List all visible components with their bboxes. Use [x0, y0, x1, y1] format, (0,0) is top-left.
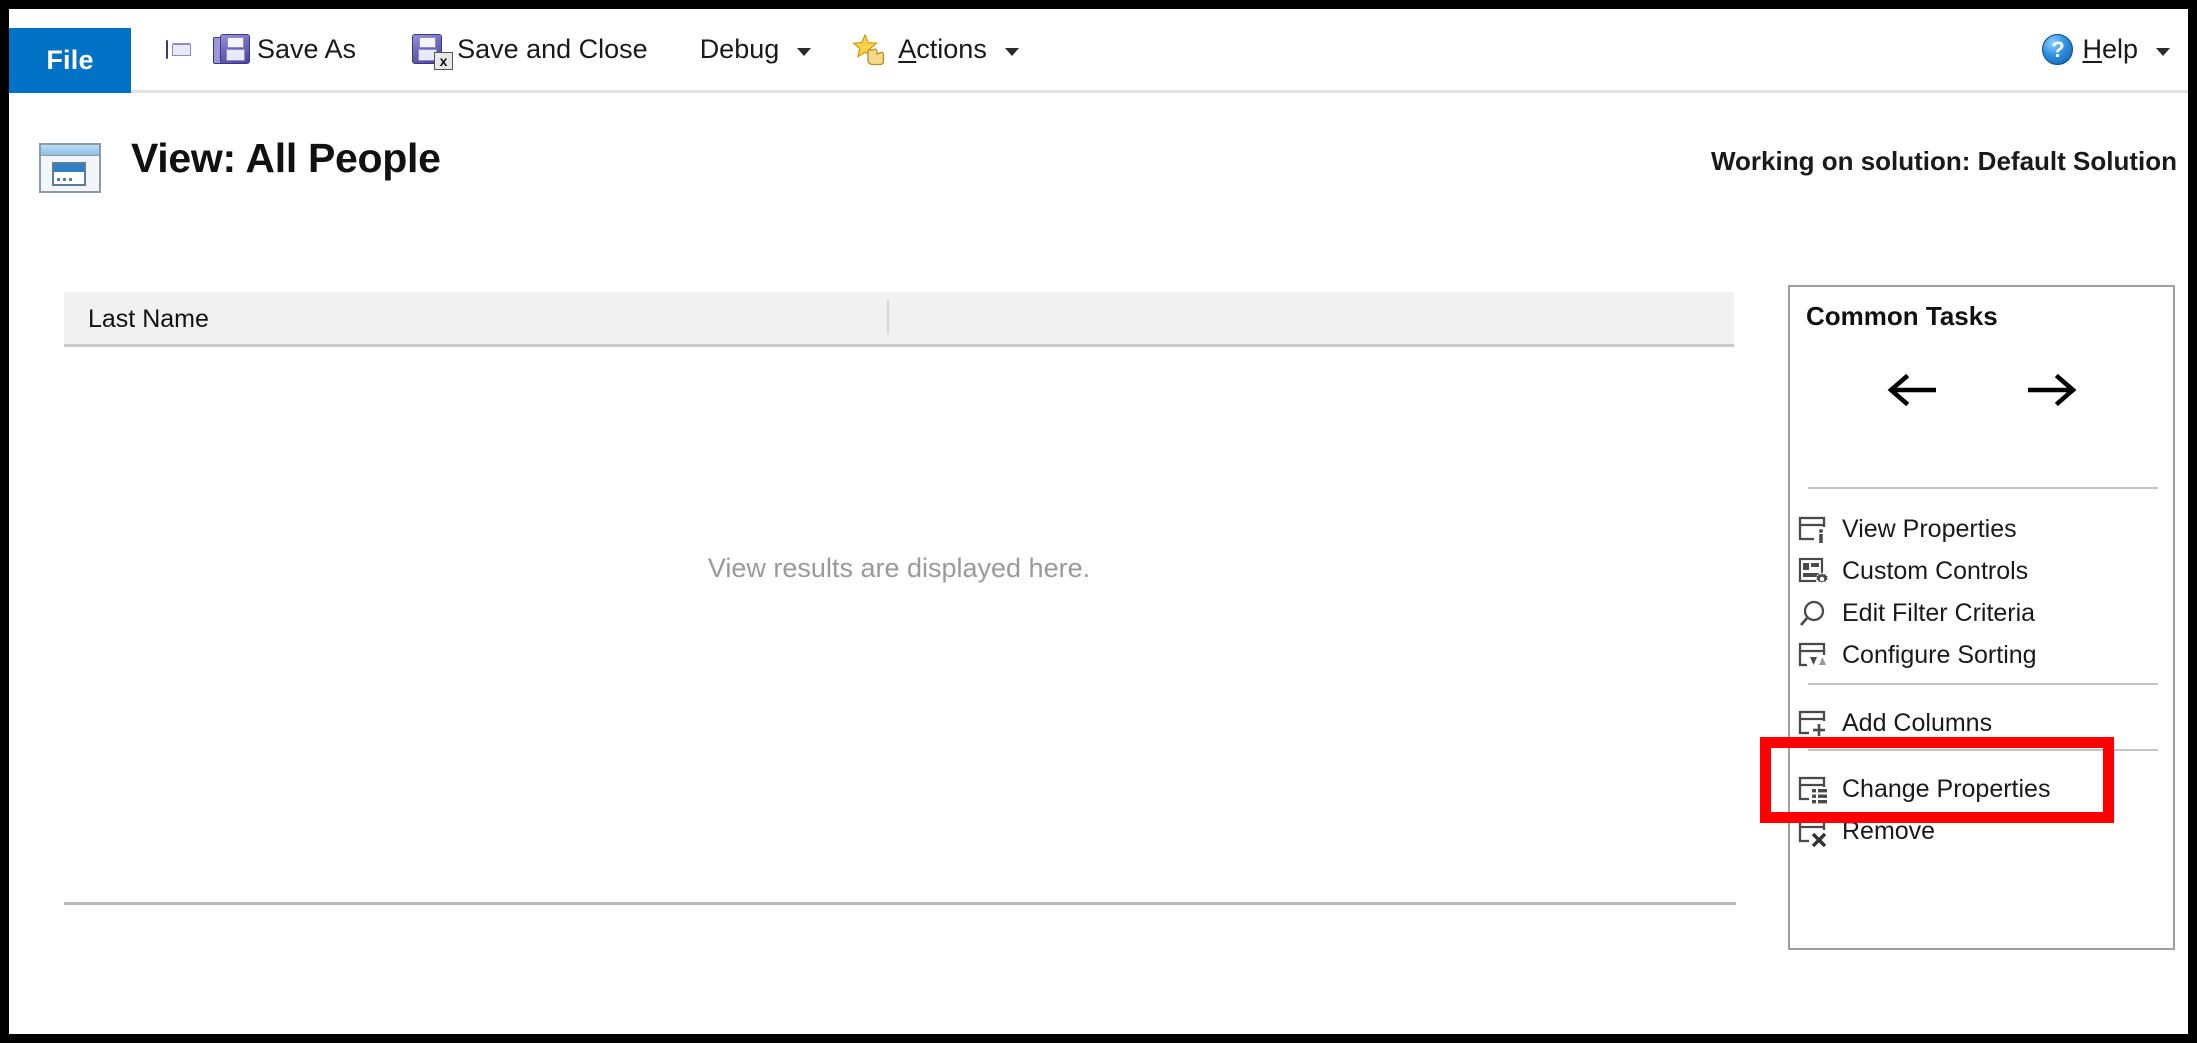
- grid-header-row: Last Name: [64, 292, 1734, 347]
- help-menu-label: Help: [2082, 34, 2138, 64]
- page-header: View: All People Working on solution: De…: [9, 93, 2188, 203]
- save-and-close-floppy-icon: x: [412, 33, 454, 70]
- chevron-down-icon: [2156, 48, 2170, 56]
- floppy-disk-icon: [166, 39, 168, 59]
- task-item-view-properties[interactable]: View Properties: [1798, 509, 2168, 550]
- task-label: View Properties: [1842, 515, 2017, 543]
- tasks-separator-2: [1808, 683, 2158, 685]
- top-toolbar: File Save As x Save and Close Debug Acti…: [9, 9, 2188, 93]
- task-item-add-columns[interactable]: Add Columns: [1798, 703, 2168, 744]
- view-window-icon: [39, 143, 101, 195]
- tasks-separator-1: [1808, 487, 2158, 489]
- add-columns-icon: [1798, 709, 1830, 739]
- grid-empty-message: View results are displayed here.: [707, 553, 1091, 583]
- file-tab-label: File: [46, 45, 94, 75]
- view-results-grid: Last Name View results are displayed her…: [64, 292, 1734, 904]
- task-item-configure-sorting[interactable]: Configure Sorting: [1798, 635, 2168, 676]
- actions-menu-label-rest: ctions: [916, 34, 987, 64]
- grid-column-divider[interactable]: [887, 301, 889, 334]
- page-title: View: All People: [131, 135, 441, 181]
- nav-back-button[interactable]: [1880, 365, 1944, 415]
- save-and-close-button-label: Save and Close: [457, 34, 648, 64]
- task-item-edit-filter-criteria[interactable]: Edit Filter Criteria: [1798, 593, 2168, 634]
- chevron-down-icon: [1004, 48, 1019, 56]
- help-menu-button[interactable]: ? Help: [2035, 9, 2177, 90]
- file-tab[interactable]: File: [9, 28, 131, 93]
- change-properties-icon: [1798, 775, 1830, 805]
- task-label: Custom Controls: [1842, 557, 2029, 585]
- save-as-button-label: Save As: [257, 34, 357, 64]
- task-label: Configure Sorting: [1842, 641, 2037, 669]
- debug-menu-label: Debug: [699, 34, 780, 64]
- toolbar-button-group: Save As x Save and Close Debug Actions: [159, 9, 1026, 90]
- configure-sorting-icon: [1798, 641, 1830, 671]
- save-and-close-button[interactable]: x Save and Close: [405, 24, 655, 76]
- view-properties-icon: [1798, 515, 1830, 545]
- solution-context-label: Working on solution: Default Solution: [1710, 146, 2177, 176]
- save-as-floppy-icon: [213, 33, 250, 66]
- task-item-custom-controls[interactable]: Custom Controls: [1798, 551, 2168, 592]
- tasks-separator-3: [1808, 749, 2158, 751]
- help-question-icon: ?: [2042, 34, 2074, 65]
- debug-menu-button[interactable]: Debug: [693, 24, 819, 76]
- common-tasks-panel: Common Tasks View Properties Custom Cont…: [1788, 285, 2175, 950]
- actions-menu-label: Actions: [898, 34, 987, 64]
- task-label: Change Properties: [1842, 775, 2051, 803]
- task-item-remove[interactable]: Remove: [1798, 811, 2168, 852]
- magnifier-icon: [1798, 599, 1830, 629]
- task-item-change-properties[interactable]: Change Properties: [1798, 769, 2168, 810]
- save-button[interactable]: [159, 24, 184, 76]
- custom-controls-icon: [1798, 557, 1830, 587]
- grid-body: View results are displayed here.: [64, 347, 1734, 903]
- task-label: Add Columns: [1842, 709, 1993, 737]
- grid-column-header-last-name[interactable]: Last Name: [88, 305, 209, 334]
- arrow-left-icon: [1887, 373, 1936, 407]
- star-hand-icon: [851, 32, 889, 66]
- common-tasks-title: Common Tasks: [1806, 301, 1998, 331]
- remove-icon: [1798, 817, 1830, 847]
- task-label: Edit Filter Criteria: [1842, 599, 2036, 627]
- save-as-button[interactable]: Save As: [206, 24, 363, 76]
- actions-menu-button[interactable]: Actions: [844, 24, 1026, 76]
- common-tasks-nav: [1790, 365, 2173, 415]
- grid-bottom-divider: [64, 902, 1736, 905]
- chevron-down-icon: [797, 48, 812, 56]
- nav-forward-button[interactable]: [2020, 365, 2084, 415]
- arrow-right-icon: [2027, 373, 2076, 407]
- task-label: Remove: [1842, 817, 1936, 845]
- view-editor-window: File Save As x Save and Close Debug Acti…: [0, 0, 2197, 1043]
